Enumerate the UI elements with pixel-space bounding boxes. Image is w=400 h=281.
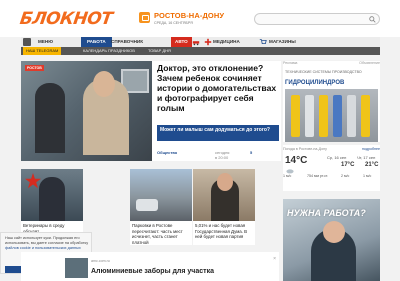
promo-domain[interactable]: amc.com.ru <box>91 259 110 263</box>
cylinder-image <box>319 95 328 137</box>
cylinder-image <box>361 95 370 137</box>
car-image <box>136 199 158 211</box>
weather-widget[interactable]: Погода в Ростове-на-Дону подробнее 14°C … <box>283 145 380 191</box>
site-header: БЛОКНОТ РОСТОВ-НА-ДОНУ СРЕДА, 16 СЕНТЯБР… <box>0 0 400 37</box>
nav-medicina[interactable]: МЕДИЦИНА <box>213 37 240 47</box>
nav-magaziny[interactable]: МАГАЗИНЫ <box>269 37 296 47</box>
featured-image[interactable]: РОСТОВ <box>21 61 152 161</box>
medicine-icon <box>204 38 212 46</box>
main-nav: МЕНЮ РАБОТА СПРАВОЧНИК АВТО МЕДИЦИНА МАГ… <box>21 37 380 47</box>
weather-pressure: 754 мм рт.ст. <box>307 174 329 178</box>
featured-date: сегодня в 20:00 <box>215 150 230 160</box>
cookie-policy-link[interactable]: файлов cookie и пользовательских данных <box>5 246 81 250</box>
weather-wind-day-1: 2 м/с <box>341 174 350 178</box>
search-input[interactable] <box>254 13 380 25</box>
nav-rabota[interactable]: РАБОТА <box>81 37 112 47</box>
image-figure-child <box>35 83 65 153</box>
weather-day-1-temp: 17°C <box>341 162 355 168</box>
nav-auto[interactable]: АВТО <box>171 37 192 47</box>
ad-text-company: ТЕХНИЧЕСКИЕ СИСТЕМЫ ПРОИЗВОДСТВО <box>285 70 362 74</box>
news-card[interactable]: 5,01% и нас будет новая Государственная … <box>193 169 255 245</box>
weather-wind: 1 м/с <box>283 174 292 178</box>
promo-thumbnail[interactable] <box>65 258 88 278</box>
ad-image[interactable] <box>285 89 378 142</box>
cookie-text: Наш сайт использует куки. Продолжая его … <box>5 236 91 251</box>
person-figure <box>39 177 65 221</box>
nav-spravochnik[interactable]: СПРАВОЧНИК <box>111 37 143 47</box>
weather-now-temp: 14°C <box>285 155 308 166</box>
sub-nav: НАШ TELEGRAM КАЛЕНДАРЬ ПРАЗДНИКОВ ТОВАР … <box>21 47 380 55</box>
site-logo[interactable]: БЛОКНОТ <box>19 9 114 29</box>
person-head <box>217 173 233 191</box>
car-icon <box>192 41 200 46</box>
news-card-title[interactable]: 5,01% и нас будет новая Государственная … <box>193 221 255 242</box>
featured-article[interactable]: РОСТОВ Доктор, это отклонение? Зачем реб… <box>21 61 281 161</box>
cart-icon <box>259 39 267 44</box>
banner-head <box>323 221 345 243</box>
cylinder-image <box>347 95 356 137</box>
nav-menu[interactable]: МЕНЮ <box>38 37 53 47</box>
news-card-image[interactable] <box>130 169 192 221</box>
nav-calendar[interactable]: КАЛЕНДАРЬ ПРАЗДНИКОВ <box>83 47 135 55</box>
star-icon <box>25 173 41 189</box>
nav-telegram[interactable]: НАШ TELEGRAM <box>23 47 62 55</box>
news-card-title[interactable]: Парковки в Ростове пересчитают: часть ме… <box>130 221 192 247</box>
featured-title[interactable]: Доктор, это отклонение? Зачем ребенок со… <box>157 63 279 113</box>
weather-wind-day-2: 1 м/с <box>363 174 372 178</box>
ad-label-right: Объявление <box>359 61 380 65</box>
ad-text-headline: ГИДРОЦИЛИНДРОВ <box>285 80 345 86</box>
news-card-image[interactable] <box>21 169 83 221</box>
banner-headline: НУЖНА РАБОТА? <box>287 208 366 218</box>
weather-day-2: Чт, 17 сен <box>357 155 376 160</box>
cylinder-image <box>305 95 314 137</box>
weather-more-link[interactable]: подробнее <box>362 147 380 151</box>
comments-count[interactable]: 5 <box>250 150 252 155</box>
cookie-text-body: Наш сайт использует куки. Продолжая его … <box>5 236 89 245</box>
region-badge: РОСТОВ <box>25 65 44 71</box>
city-selector[interactable]: РОСТОВ-НА-ДОНУ <box>154 11 224 20</box>
ad-hydraulic[interactable]: Реклама Объявление ТЕХНИЧЕСКИЕ СИСТЕМЫ П… <box>283 61 380 142</box>
city-icon[interactable] <box>139 12 150 23</box>
weather-title: Погода в Ростове-на-Дону <box>283 147 327 151</box>
promo-ad[interactable]: amc.com.ru Алюминиевые заборы для участк… <box>21 252 279 281</box>
cylinder-image <box>291 95 300 137</box>
news-card-image[interactable] <box>193 169 255 221</box>
image-head <box>93 71 115 97</box>
promo-title[interactable]: Алюминиевые заборы для участка <box>91 268 214 275</box>
featured-category[interactable]: Общество <box>157 150 177 155</box>
weather-day-2-temp: 21°C <box>365 162 379 168</box>
featured-meta: Общество сегодня в 20:00 5 <box>157 150 252 160</box>
news-card[interactable]: Парковки в Ростове пересчитают: часть ме… <box>130 169 192 245</box>
menu-icon[interactable] <box>23 38 31 46</box>
cylinder-image <box>333 95 342 137</box>
featured-subtitle[interactable]: Может ли малыш сам додуматься до этого? <box>157 125 279 141</box>
weather-day-1: Ср, 16 сен <box>327 155 347 160</box>
nav-tovar-dnya[interactable]: ТОВАР ДНЯ <box>148 47 171 55</box>
job-banner[interactable]: НУЖНА РАБОТА? <box>283 199 380 281</box>
close-icon[interactable]: × <box>273 256 276 262</box>
search-icon[interactable] <box>369 16 376 23</box>
current-date: СРЕДА, 16 СЕНТЯБРЯ <box>154 21 193 25</box>
ad-label: Реклама <box>283 61 298 65</box>
